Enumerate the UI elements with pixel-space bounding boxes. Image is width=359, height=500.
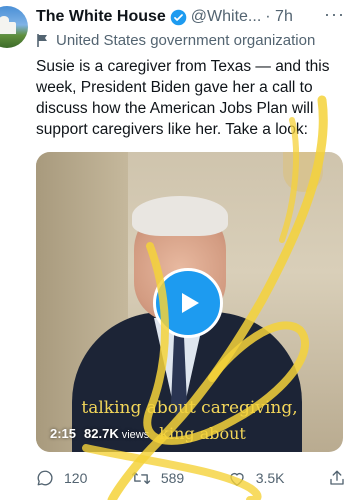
more-options-icon[interactable]: ··· [324, 4, 345, 25]
like-count: 3.5K [255, 470, 285, 486]
heart-icon [230, 472, 244, 486]
video-lamp [283, 152, 323, 192]
video-duration: 2:15 [50, 426, 77, 441]
video-views: 82.7K views [84, 426, 149, 441]
retweet-icon [131, 471, 150, 485]
avatar[interactable] [0, 6, 28, 48]
video-meta: 2:15 82.7K views king about [50, 424, 246, 443]
like-action[interactable]: 3.5K [228, 470, 285, 487]
account-name[interactable]: The White House [36, 8, 166, 26]
flag-icon [37, 34, 47, 47]
play-button[interactable] [153, 268, 223, 338]
share-action[interactable] [328, 469, 346, 487]
account-handle[interactable]: @White... [191, 8, 261, 26]
views-count: 82.7K [84, 426, 119, 441]
tweet-text: Susie is a caregiver from Texas — and th… [36, 58, 330, 138]
tweet-actions: 120 589 3.5K [36, 466, 346, 490]
retweet-action[interactable]: 589 [131, 469, 184, 487]
views-label: views [121, 429, 150, 441]
reply-count: 120 [64, 470, 88, 486]
white-house-building [0, 22, 16, 34]
play-icon [182, 293, 199, 313]
video-caption: talking about caregiving, [81, 398, 298, 418]
video-player[interactable]: talking about caregiving, 2:15 82.7K vie… [36, 152, 343, 452]
org-label-row: United States government organization [36, 32, 315, 49]
verified-badge-icon [170, 9, 187, 26]
reply-icon [37, 470, 53, 486]
share-icon [330, 470, 344, 485]
tweet-header: The White House @White... · 7h [36, 6, 359, 28]
retweet-count: 589 [160, 470, 185, 486]
tweet-time[interactable]: · 7h [265, 8, 293, 26]
reply-action[interactable]: 120 [36, 469, 87, 487]
video-person-hair [132, 196, 228, 236]
org-label: United States government organization [56, 32, 316, 49]
video-caption-fragment: king about [159, 424, 246, 443]
